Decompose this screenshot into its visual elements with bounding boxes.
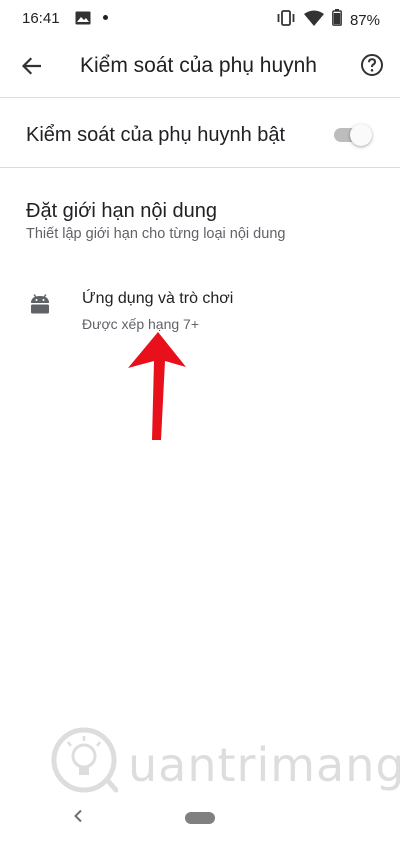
back-button[interactable] [16,53,46,83]
status-bar: 16:41 87% [0,0,400,36]
app-bar: Kiểm soát của phụ huynh [0,36,400,98]
battery-icon [332,9,342,31]
apps-and-games-title: Ứng dụng và trò chơi [82,290,234,307]
battery-percent: 87% [349,11,380,29]
toggle-thumb [350,124,372,146]
page-title: Kiểm soát của phụ huynh [80,54,317,77]
status-time: 16:41 [22,10,60,27]
parental-control-switch-row[interactable]: Kiểm soát của phụ huynh bật [0,98,400,168]
content-limits-title: Đặt giới hạn nội dung [26,200,218,222]
watermark: uantrimang [50,726,400,796]
nav-back-button[interactable] [68,808,88,828]
screen: 16:41 87% Kiểm soát của phụ huynh Kiểm s… [0,0,400,844]
content-limits-subtitle: Thiết lập giới hạn cho từng loại nội dun… [26,226,286,242]
nav-home-button[interactable] [185,812,215,824]
parental-control-toggle[interactable] [334,124,372,146]
status-right-group: 87% [276,9,380,31]
nav-back-chevron-icon [73,809,83,828]
quantrimang-bulb-logo-icon [51,727,118,793]
help-button[interactable] [359,53,385,82]
apps-and-games-row[interactable]: Ứng dụng và trò chơi Được xếp hạng 7+ [0,276,400,346]
android-icon [29,294,51,319]
wifi-icon [303,10,324,31]
gallery-icon [75,11,91,30]
watermark-text: uantrimang [128,738,400,792]
vibrate-icon [276,9,296,31]
arrow-back-icon [21,56,42,80]
notification-dot-icon [103,15,108,20]
help-circle-icon [360,53,384,82]
red-arrow-icon [128,332,186,440]
navigation-bar [0,800,400,844]
parental-control-switch-label: Kiểm soát của phụ huynh bật [26,124,286,146]
